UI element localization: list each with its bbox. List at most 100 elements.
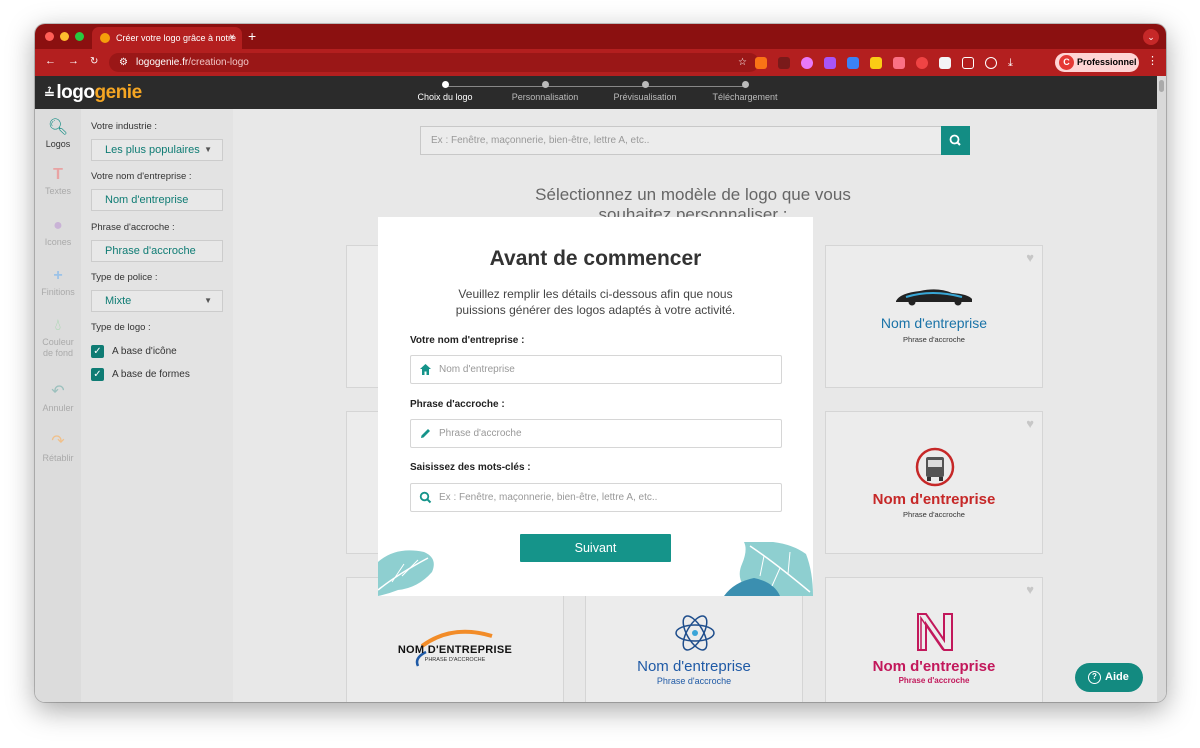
- help-button[interactable]: ? Aide: [1075, 663, 1143, 692]
- maximize-window-button[interactable]: [75, 32, 84, 41]
- tab-bar: Créer votre logo grâce à notre × + ⌄: [35, 24, 1166, 49]
- bookmark-star-icon[interactable]: ☆: [738, 53, 747, 72]
- logo-search-input[interactable]: Ex : Fenêtre, maçonnerie, bien-être, let…: [420, 126, 942, 155]
- modal-name-label: Votre nom d'entreprise :: [410, 335, 525, 346]
- extension-icon[interactable]: [778, 57, 790, 69]
- profile-button[interactable]: C Professionnel: [1055, 53, 1139, 72]
- modal-keywords-input[interactable]: Ex : Fenêtre, maçonnerie, bien-être, let…: [410, 483, 782, 512]
- extension-icon[interactable]: [755, 57, 767, 69]
- plus-icon: +: [53, 267, 63, 284]
- industry-select[interactable]: Les plus populaires ▼: [91, 139, 223, 161]
- modal-slogan-label: Phrase d'accroche :: [410, 399, 505, 410]
- industry-label: Votre industrie :: [91, 121, 158, 132]
- extensions-bar: ⤓: [755, 55, 1020, 71]
- modal-description: Veuillez remplir les détails ci-dessous …: [455, 287, 736, 317]
- browser-menu-icon[interactable]: ⋮: [1147, 54, 1158, 67]
- tool-finitions[interactable]: + Finitions: [35, 267, 81, 297]
- slogan-input[interactable]: Phrase d'accroche: [91, 240, 223, 262]
- name-label: Votre nom d'entreprise :: [91, 171, 192, 182]
- icon-based-checkbox[interactable]: ✓ A base d'icône: [91, 345, 177, 358]
- name-input[interactable]: Nom d'entreprise: [91, 189, 223, 211]
- step-choix[interactable]: Choix du logo: [395, 81, 495, 102]
- tool-retablir[interactable]: ↷ Rétablir: [35, 431, 81, 463]
- site-header: ≟ logogenie Choix du logo Personnalisatio…: [35, 76, 1157, 109]
- tool-annuler[interactable]: ↶ Annuler: [35, 381, 81, 413]
- magnifier-icon: 🔍︎: [47, 119, 69, 136]
- tool-sidebar: 🔍︎ Logos T Textes ● Icones + Finitions 💧︎ Cou…: [35, 109, 81, 702]
- atom-logo-icon: [675, 615, 715, 651]
- step-personnalisation[interactable]: Personnalisation: [495, 81, 595, 102]
- tool-couleur[interactable]: 💧︎ Couleur de fond: [35, 317, 81, 359]
- url-path: /creation-logo: [188, 57, 249, 68]
- modal-slogan-input[interactable]: Phrase d'accroche: [410, 419, 782, 448]
- car-logo-icon: [896, 289, 972, 306]
- extension-icon[interactable]: [870, 57, 882, 69]
- new-tab-button[interactable]: +: [248, 28, 256, 44]
- extension-icon[interactable]: [939, 57, 951, 69]
- caret-down-icon: ▼: [204, 296, 212, 305]
- web-page: ≟ logogenie Choix du logo Personnalisatio…: [35, 76, 1166, 702]
- logogenie-logo[interactable]: ≟ logogenie: [44, 82, 142, 104]
- font-type-select[interactable]: Mixte ▼: [91, 290, 223, 312]
- download-icon[interactable]: ⤓: [1008, 57, 1020, 69]
- step-previsualisation[interactable]: Prévisualisation: [595, 81, 695, 102]
- font-type-label: Type de police :: [91, 272, 158, 283]
- options-panel: Votre industrie : Les plus populaires ▼ V…: [81, 109, 233, 702]
- redo-icon: ↷: [51, 433, 65, 450]
- modal-title: Avant de commencer: [489, 247, 702, 270]
- extension-icon[interactable]: [801, 57, 813, 69]
- heart-icon[interactable]: ♥: [1026, 582, 1034, 597]
- url-domain: logogenie.fr: [135, 57, 189, 68]
- logo-card[interactable]: ♥ Nom d'entreprise Phrase d'accroche: [825, 577, 1043, 702]
- logo-mark-icon: ≟: [44, 86, 55, 101]
- question-icon: ?: [1088, 671, 1101, 684]
- slogan-label: Phrase d'accroche :: [91, 222, 175, 233]
- modal-name-input[interactable]: Nom d'entreprise: [410, 355, 782, 384]
- forward-icon[interactable]: →: [68, 55, 79, 67]
- tab-title: Créer votre logo grâce à notre: [116, 33, 237, 43]
- tool-logos[interactable]: 🔍︎ Logos: [35, 117, 81, 149]
- step-telechargement[interactable]: Téléchargement: [695, 81, 795, 102]
- home-icon: [420, 364, 431, 375]
- page-scrollbar[interactable]: [1157, 76, 1166, 702]
- extension-icon[interactable]: [893, 57, 905, 69]
- minimize-window-button[interactable]: [60, 32, 69, 41]
- tab-search-icon[interactable]: ⌄: [1143, 29, 1159, 45]
- tab-close-icon[interactable]: ×: [229, 32, 235, 43]
- heart-icon[interactable]: ♥: [1026, 416, 1034, 431]
- heart-icon[interactable]: ♥: [1026, 250, 1034, 265]
- favicon-icon: [100, 33, 110, 43]
- extension-icon[interactable]: [847, 57, 859, 69]
- next-button[interactable]: Suivant: [520, 534, 671, 562]
- extension-icon[interactable]: [824, 57, 836, 69]
- search-button[interactable]: [941, 126, 970, 155]
- tool-icones[interactable]: ● Icones: [35, 217, 81, 247]
- undo-icon: ↶: [51, 383, 65, 400]
- logo-card[interactable]: ♥ Nom d'entreprise Phrase d'accroche: [825, 411, 1043, 554]
- modal-keywords-label: Saisissez des mots-clés :: [410, 462, 531, 473]
- letter-n-logo-icon: [917, 613, 953, 651]
- site-info-icon[interactable]: ⚙: [119, 57, 128, 68]
- onboarding-modal: Avant de commencer Veuillez remplir les …: [378, 217, 813, 596]
- browser-window: Créer votre logo grâce à notre × + ⌄ ← →…: [35, 24, 1166, 702]
- puzzle-icon[interactable]: [962, 57, 974, 69]
- shape-based-checkbox[interactable]: ✓ A base de formes: [91, 368, 190, 381]
- drop-icon: 💧︎: [54, 317, 62, 334]
- step-progress: Choix du logo Personnalisation Prévisual…: [415, 76, 795, 109]
- text-icon: T: [53, 166, 63, 183]
- tool-textes[interactable]: T Textes: [35, 166, 81, 196]
- logo-card[interactable]: ♥ Nom d'entreprise Phrase d'accroche: [825, 245, 1043, 388]
- profile-label: Professionnel: [1077, 57, 1137, 67]
- search-icon: [419, 491, 432, 504]
- address-bar[interactable]: ⚙ logogenie.fr/creation-logo ☆: [109, 53, 759, 72]
- extension-icon[interactable]: [916, 57, 928, 69]
- check-icon: ✓: [91, 345, 104, 358]
- browser-toolbar: ← → ↻ ⚙ logogenie.fr/creation-logo ☆ ⤓ C …: [35, 49, 1166, 76]
- browser-tab[interactable]: Créer votre logo grâce à notre ×: [92, 27, 242, 49]
- close-window-button[interactable]: [45, 32, 54, 41]
- search-icon: [949, 134, 961, 146]
- back-icon[interactable]: ←: [45, 55, 56, 67]
- lens-icon[interactable]: [985, 57, 997, 69]
- leaf-decoration-icon: [724, 542, 813, 596]
- reload-icon[interactable]: ↻: [90, 56, 98, 67]
